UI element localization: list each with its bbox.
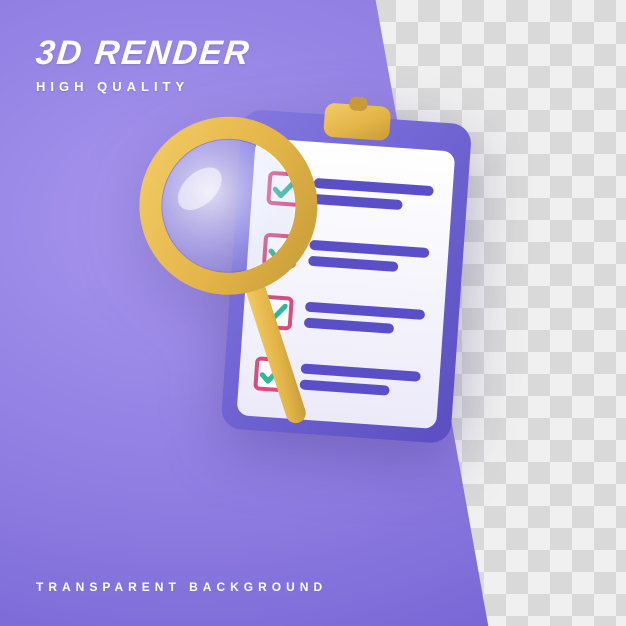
- checklist-illustration: [190, 96, 490, 496]
- clip-icon: [323, 95, 392, 142]
- headline-subtitle: HIGH QUALITY: [36, 79, 250, 94]
- stage: 3D RENDER HIGH QUALITY: [0, 0, 626, 626]
- footer-caption: TRANSPARENT BACKGROUND: [36, 580, 327, 594]
- headline-title: 3D RENDER: [34, 34, 253, 73]
- headline-block: 3D RENDER HIGH QUALITY: [36, 34, 250, 94]
